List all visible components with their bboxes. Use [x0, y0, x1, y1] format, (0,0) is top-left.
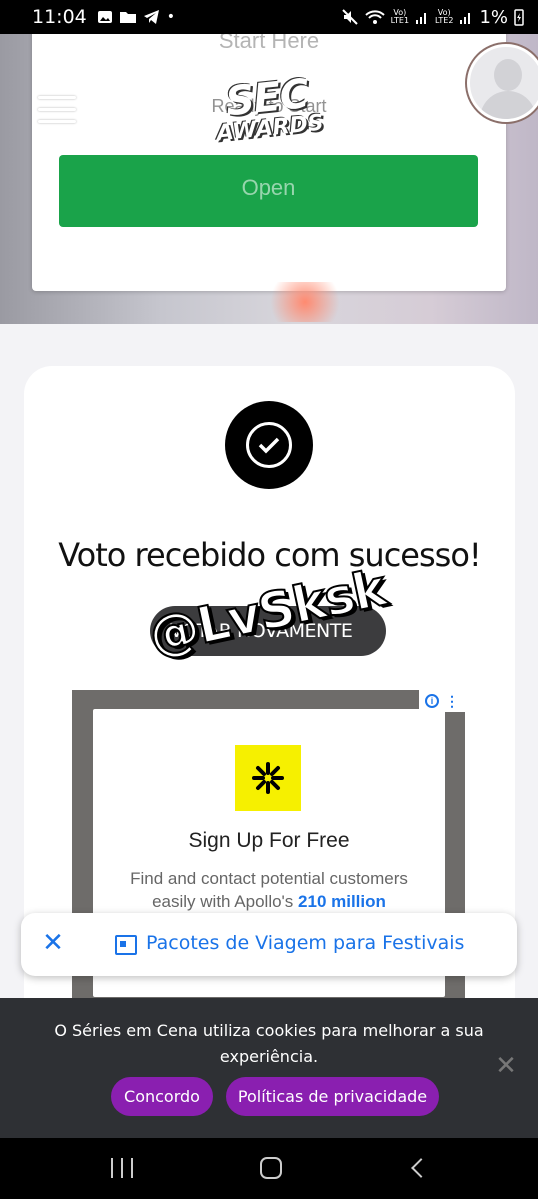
cookie-banner: O Séries em Cena utiliza cookies para me…: [0, 998, 538, 1138]
close-icon[interactable]: ✕: [41, 930, 65, 956]
android-nav-bar: [0, 1138, 538, 1199]
article-sparkle-icon: [115, 935, 137, 955]
hero-glow: [260, 282, 350, 322]
start-here-text: Start Here: [218, 34, 320, 53]
home-icon[interactable]: [260, 1157, 282, 1179]
folder-icon: [119, 12, 136, 23]
ad-title: Sign Up For Free: [188, 829, 350, 852]
lte1-indicator: Vo) LTE1: [390, 8, 410, 25]
hero-card: Start Here Ready to Start Open: [32, 34, 506, 291]
toast-link[interactable]: Pacotes de Viagem para Festivais: [146, 932, 464, 954]
vote-success-title: Voto recebido com sucesso!: [58, 536, 481, 574]
gallery-icon: [97, 11, 112, 23]
clock: 11:04: [32, 6, 87, 28]
cookie-text: O Séries em Cena utiliza cookies para me…: [54, 1021, 484, 1066]
signal2-icon: [460, 13, 471, 24]
close-icon[interactable]: ✕: [494, 1053, 518, 1079]
lte2-indicator: Vo) LTE2: [435, 8, 454, 25]
ad-choices[interactable]: i ⋮: [419, 690, 465, 712]
status-bar: 11:04 • Vo) LTE1 Vo) LTE2 1%: [0, 0, 538, 34]
telegram-icon: [143, 10, 159, 24]
signal1-icon: [416, 13, 427, 24]
mute-icon: [341, 9, 358, 25]
back-icon[interactable]: [411, 1158, 431, 1178]
wifi-icon: [364, 10, 385, 24]
battery-charging-icon: [514, 9, 524, 26]
notification-dot-icon: •: [166, 9, 176, 25]
battery-percent: 1%: [479, 6, 508, 28]
sec-awards-logo[interactable]: SEC AWARDS: [201, 71, 337, 165]
open-button[interactable]: Open: [59, 155, 478, 227]
recent-apps-icon[interactable]: [111, 1158, 133, 1178]
info-icon[interactable]: i: [425, 694, 439, 708]
suggestion-toast[interactable]: ✕ Pacotes de Viagem para Festivais: [21, 913, 517, 976]
avatar[interactable]: [467, 44, 538, 122]
agree-button[interactable]: Concordo: [111, 1077, 213, 1116]
apollo-logo-icon: [235, 745, 301, 811]
privacy-policy-button[interactable]: Políticas de privacidade: [226, 1077, 439, 1116]
more-options-icon[interactable]: ⋮: [445, 694, 459, 708]
menu-icon[interactable]: [38, 96, 76, 124]
check-circle-icon: [225, 401, 313, 489]
x-icon[interactable]: [414, 98, 440, 124]
